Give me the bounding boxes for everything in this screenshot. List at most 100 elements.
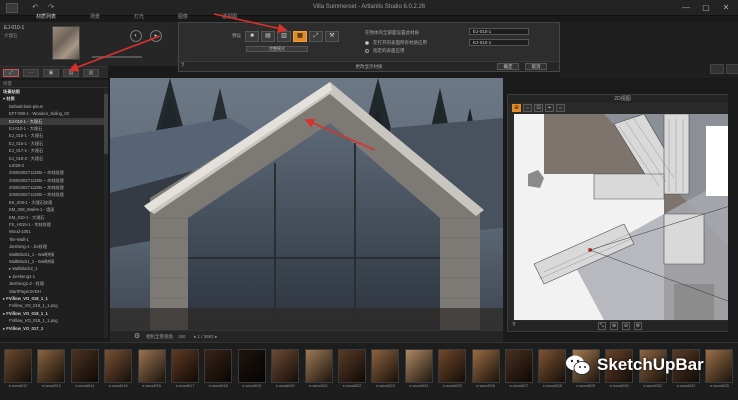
material-swatch[interactable]: e-wood023: [371, 349, 400, 389]
swatch-label: e-wood026: [476, 384, 495, 388]
material-swatch[interactable]: e-wood014: [70, 349, 99, 389]
zoom-in-icon[interactable]: ⊕: [610, 322, 618, 330]
menu-image[interactable]: 图像: [178, 12, 188, 22]
radio-all-open-faces[interactable]: [365, 41, 369, 45]
fit-view-icon[interactable]: ⤡: [598, 322, 606, 330]
tree-item[interactable]: ▸ FVillow_VO_018_1_1: [0, 295, 108, 302]
tree-item[interactable]: WallBlock1_2 - Wall拼接: [0, 258, 108, 265]
tree-item[interactable]: ▸ FVillow_VO_017_1: [0, 325, 108, 332]
tree-item[interactable]: ▸ WallBlock2_1: [0, 265, 108, 272]
plan-tool-2-icon[interactable]: ⌂: [523, 104, 532, 112]
tree-item[interactable]: EJ_015-1 - 大理石: [0, 132, 108, 139]
tree-item[interactable]: EFT-090-1 - Wooden_Siding_03: [0, 110, 108, 117]
tree-item[interactable]: EM_009_Wall-5-1 - 墙面: [0, 206, 108, 213]
menu-materials[interactable]: 材质列表: [36, 12, 56, 22]
material-swatch[interactable]: e-wood022: [338, 349, 366, 389]
tool-button-4[interactable]: ▤: [63, 69, 79, 77]
material-slider[interactable]: [92, 56, 142, 58]
tree-item[interactable]: EJ_017-1 - 大理石: [0, 147, 108, 154]
swatch-label: e-wood030: [609, 384, 629, 388]
material-swatch[interactable]: e-wood021: [304, 349, 333, 389]
mode-tool-icon[interactable]: ⚒: [325, 31, 339, 42]
camera-icon[interactable]: ⚙: [134, 333, 142, 341]
tree-item[interactable]: Jiesheng1-2 - 纹理: [0, 280, 108, 287]
material-swatch[interactable]: e-wood027: [505, 349, 533, 389]
mode-object-icon[interactable]: ■: [245, 31, 259, 42]
tree-item[interactable]: FS_H015-1 - 木材纹理: [0, 221, 108, 228]
material-swatch[interactable]: e-wood024: [404, 349, 433, 389]
mode-face-icon[interactable]: ▤: [261, 31, 275, 42]
tree-item[interactable]: 2009030271130ts ~ 木材纹理: [0, 177, 108, 184]
source-material-field[interactable]: EJ-010-1: [469, 39, 529, 46]
tool-button-5[interactable]: ▥: [83, 69, 99, 77]
tree-item[interactable]: 2009030271130ts ~ 木材纹理: [0, 191, 108, 198]
material-swatch[interactable]: e-wood016: [137, 349, 166, 389]
tree-item[interactable]: Jiesheng-1 - Jie纹理: [0, 243, 108, 250]
menu-scene[interactable]: 场景: [90, 12, 100, 22]
menu-lights[interactable]: 灯光: [134, 12, 144, 22]
maximize-button[interactable]: ▢: [700, 2, 712, 13]
tree-item[interactable]: EM_010-1 - 大理石: [0, 214, 108, 221]
full-mode-button[interactable]: 完整模式: [246, 46, 308, 52]
tree-item[interactable]: 2009030271130ts ~ 木材纹理: [0, 169, 108, 176]
zoom-out-icon[interactable]: ⊖: [622, 322, 630, 330]
material-swatch[interactable]: e-wood020: [271, 349, 300, 389]
material-swatch[interactable]: e-wood018: [204, 349, 233, 389]
radio-specified-faces[interactable]: [365, 49, 369, 53]
tree-item[interactable]: 2009030271130ts ~ 木材纹理: [0, 184, 108, 191]
tree-item[interactable]: 场景贴图: [0, 88, 108, 95]
tree-item[interactable]: StartPlayer2VDH: [0, 288, 108, 295]
plan-settings-icon[interactable]: ⚙: [634, 322, 642, 330]
tree-item[interactable]: ▾ 材质: [0, 95, 108, 102]
tree-item[interactable]: EK_009-1 - 大理石纹理: [0, 199, 108, 206]
tree-item[interactable]: FVillow_VO_018_1_1.png: [0, 302, 108, 309]
mode-material-icon[interactable]: ▦: [293, 31, 307, 42]
tree-item[interactable]: WallBlock1_1 - Wall拼接: [0, 251, 108, 258]
ok-button[interactable]: 确定: [497, 63, 519, 70]
plan-tool-4-icon[interactable]: ⌖: [545, 104, 554, 112]
plan-tool-5-icon[interactable]: ⌂: [556, 104, 565, 112]
material-swatch[interactable]: e-wood025: [438, 349, 467, 389]
tree-item[interactable]: EJ_019-2 - 大理石: [0, 155, 108, 162]
tree-item[interactable]: ▸ Jiesheng1-1: [0, 273, 108, 280]
camera-value[interactable]: 150: [178, 333, 186, 341]
tool-button-3[interactable]: ▣: [43, 69, 59, 77]
tree-scrollbar[interactable]: [104, 88, 108, 338]
tree-item[interactable]: ▸ FVillow_VO_018_1_1: [0, 310, 108, 317]
material-swatch[interactable]: e-wood013: [37, 349, 66, 389]
tree-item[interactable]: eJ029-2: [0, 162, 108, 169]
tree-item[interactable]: EJ-010-1 - 大理石: [0, 117, 108, 125]
material-swatch[interactable]: e-wood019: [237, 349, 266, 389]
tree-item[interactable]: Tile-Wall-1: [0, 236, 108, 243]
render-viewport[interactable]: [110, 78, 503, 330]
tree-item[interactable]: EJ_015-1 - 大理石: [0, 140, 108, 147]
menu-perspective[interactable]: 透视图: [222, 12, 237, 22]
material-swatch[interactable]: e-wood028: [538, 349, 567, 389]
material-swatch[interactable]: e-wood015: [104, 349, 133, 389]
tool-button-2[interactable]: ⋯: [23, 69, 39, 77]
tree-item[interactable]: FVillow_VO_018_1_1.png: [0, 317, 108, 324]
plan-canvas[interactable]: [514, 114, 736, 320]
panel-toggle-button[interactable]: [710, 64, 724, 74]
tree-item[interactable]: EJ-010-1 - 大理石: [0, 125, 108, 132]
tree-item[interactable]: Wood-1001: [0, 228, 108, 235]
minimize-button[interactable]: —: [680, 2, 692, 13]
plan-tool-3-icon[interactable]: ⊡: [534, 104, 543, 112]
pick-material-button[interactable]: ⤢: [3, 69, 19, 77]
material-thumbnail[interactable]: [52, 26, 80, 60]
settings-dial-icon[interactable]: ◐: [130, 30, 142, 42]
mode-group-icon[interactable]: ▥: [277, 31, 291, 42]
close-button[interactable]: ✕: [720, 2, 732, 13]
material-swatch[interactable]: e-wood033: [705, 349, 734, 389]
material-swatch[interactable]: e-wood026: [471, 349, 500, 389]
panel-expand-button[interactable]: [726, 64, 738, 74]
play-icon[interactable]: ▸: [150, 30, 162, 42]
plan-tool-1-icon[interactable]: ⊞: [512, 104, 521, 112]
material-swatch[interactable]: e-wood017: [171, 349, 199, 389]
tree-item[interactable]: Default-bois-pinus: [0, 103, 108, 110]
mode-transform-icon[interactable]: ⤢: [309, 31, 323, 42]
scrollbar-thumb[interactable]: [104, 94, 108, 154]
target-material-field[interactable]: EJ-010-1: [469, 28, 529, 35]
cancel-button[interactable]: 取消: [525, 63, 547, 70]
material-swatch[interactable]: e-wood012: [4, 349, 32, 389]
